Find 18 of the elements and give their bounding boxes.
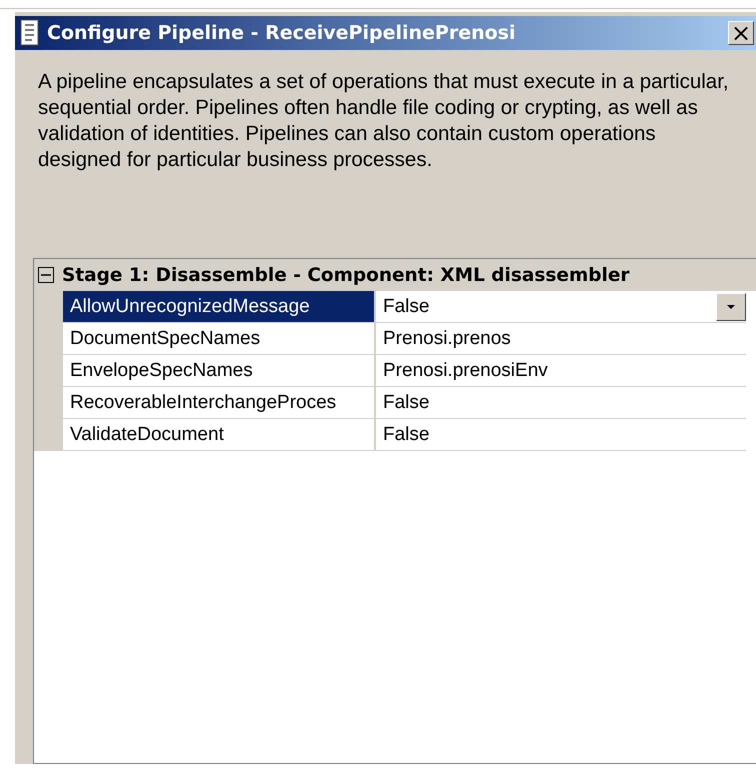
category-label: Stage 1: Disassemble - Component: XML disassembler xyxy=(62,264,630,286)
property-name[interactable]: EnvelopeSpecNames xyxy=(63,355,376,387)
property-name[interactable]: AllowUnrecognizedMessage xyxy=(63,291,376,323)
property-value: False xyxy=(383,296,430,318)
property-name[interactable]: DocumentSpecNames xyxy=(63,323,376,355)
window-title: Configure Pipeline - ReceivePipelinePrenosi xyxy=(47,22,516,44)
property-value: False xyxy=(383,392,430,414)
document-icon xyxy=(19,19,41,47)
dropdown-button[interactable] xyxy=(716,292,746,320)
collapse-icon[interactable] xyxy=(38,267,54,283)
caret-icon xyxy=(726,304,736,310)
property-name[interactable]: ValidateDocument xyxy=(63,419,376,451)
property-value: Prenosi.prenosiEnv xyxy=(383,360,548,382)
property-name[interactable]: RecoverableInterchangeProces xyxy=(63,387,376,419)
description-text: A pipeline encapsulates a set of operations that must execute in a particular, sequential order. Pipelines often handle file coding or crypting, as well as validation of identities. Pipelines can also contain custom operations designed for particular business processes. xyxy=(38,69,730,173)
close-button[interactable]: × xyxy=(728,21,754,45)
property-value: False xyxy=(383,424,430,446)
property-value: Prenosi.prenos xyxy=(383,328,511,350)
